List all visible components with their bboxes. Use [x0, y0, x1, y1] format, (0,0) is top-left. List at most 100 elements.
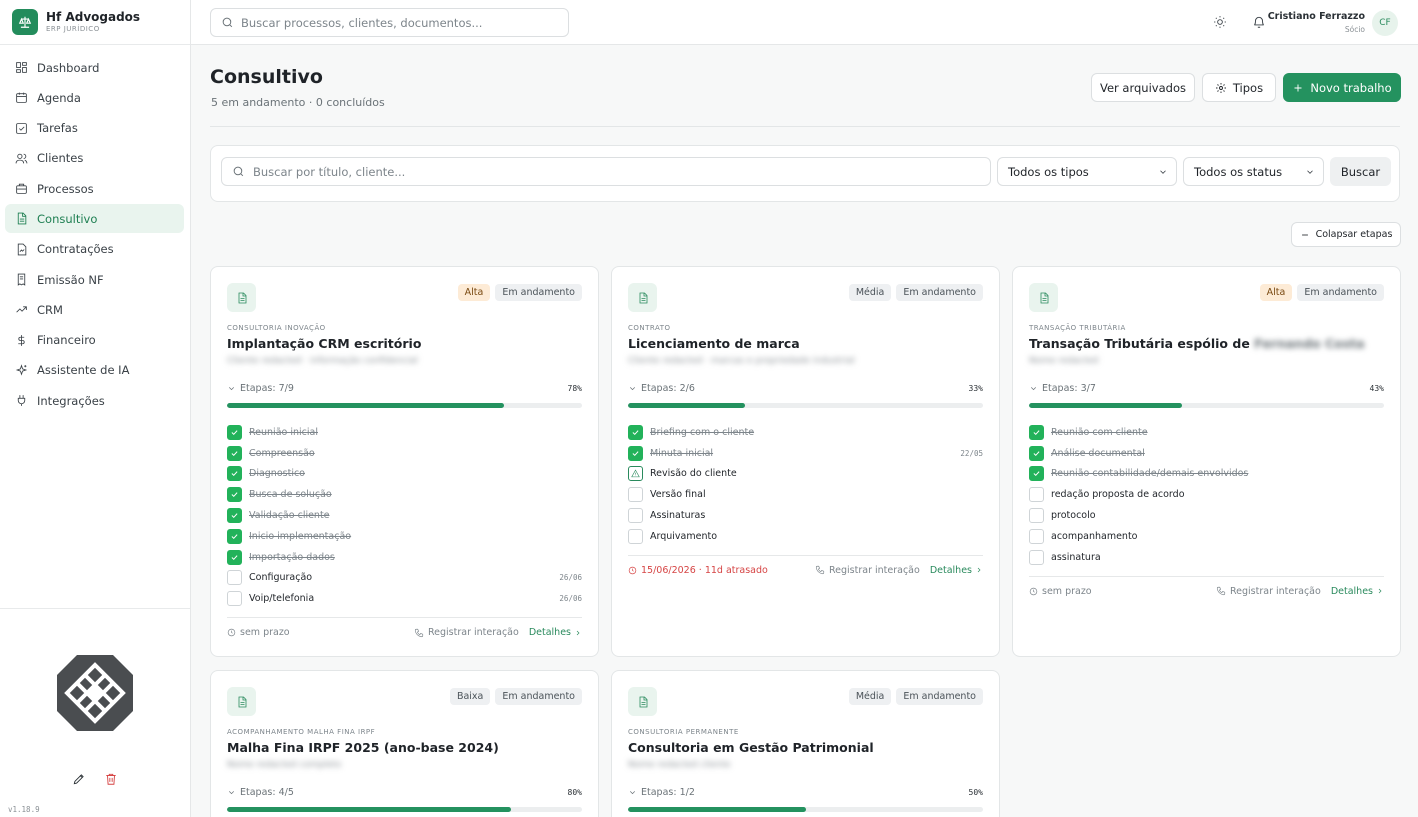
work-card[interactable]: Alta Em andamento CONSULTORIA INOVAÇÃO Im… [210, 266, 599, 657]
task-checkbox[interactable] [227, 549, 242, 565]
task-item: Minuta inicial 22/05 [628, 443, 983, 464]
task-label: Voip/telefonia [249, 593, 315, 605]
nav-item-dashboard[interactable]: Dashboard [5, 53, 184, 82]
nav-item-clientes[interactable]: Clientes [5, 144, 184, 173]
work-card[interactable]: Baixa Em andamento ACOMPANHAMENTO MALHA … [210, 670, 599, 817]
progress-fill [227, 403, 504, 408]
nav-item-integracoes[interactable]: Integrações [5, 386, 184, 415]
task-checkbox[interactable] [628, 445, 643, 461]
task-checkbox[interactable] [1029, 466, 1044, 482]
work-card[interactable]: Média Em andamento CONSULTORIA PERMANENT… [611, 670, 1000, 817]
card-type: CONSULTORIA INOVAÇÃO [227, 324, 326, 332]
task-checkbox[interactable] [227, 487, 242, 503]
theme-toggle-icon[interactable] [1213, 15, 1227, 29]
task-checkbox[interactable] [1029, 528, 1044, 544]
pencil-icon[interactable] [72, 772, 86, 786]
new-work-button[interactable]: Novo trabalho [1283, 73, 1401, 102]
task-checkbox[interactable] [1029, 549, 1044, 565]
task-checkbox[interactable] [1029, 487, 1044, 503]
nav-label: Assistente de IA [37, 363, 130, 378]
chevron-down-icon [227, 788, 236, 797]
nav-item-contratacoes[interactable]: Contratações [5, 235, 184, 264]
avatar[interactable]: CF [1372, 10, 1398, 36]
task-checkbox[interactable] [628, 528, 643, 544]
filter-search-input[interactable]: Buscar por título, cliente... [221, 157, 991, 186]
collapse-steps-button[interactable]: Colapsar etapas [1291, 222, 1401, 247]
details-link[interactable]: Detalhes [930, 565, 983, 576]
task-item: Análise documental [1029, 443, 1384, 464]
task-checkbox[interactable] [628, 424, 643, 440]
task-checkbox[interactable] [227, 445, 242, 461]
search-button[interactable]: Buscar [1330, 157, 1391, 186]
card-title[interactable]: Implantação CRM escritório [227, 336, 421, 351]
bell-icon[interactable] [1252, 15, 1266, 29]
work-card[interactable]: Alta Em andamento TRANSAÇÃO TRIBUTÁRIA Tr… [1012, 266, 1401, 657]
task-checkbox[interactable] [227, 466, 242, 482]
types-button[interactable]: Tipos [1202, 73, 1276, 102]
clock-icon [1029, 587, 1038, 596]
task-checkbox[interactable] [227, 424, 242, 440]
clock-icon [628, 566, 637, 575]
brand[interactable]: Hf Advogados ERP JURÍDICO [12, 9, 140, 35]
card-title[interactable]: Consultoria em Gestão Patrimonial [628, 740, 874, 755]
task-item: Voip/telefonia 26/06 [227, 588, 582, 609]
steps-toggle[interactable]: Etapas: 4/5 [227, 787, 294, 798]
details-label: Detalhes [1330, 585, 1373, 597]
work-card[interactable]: Média Em andamento CONTRATO Licenciamento… [611, 266, 1000, 657]
global-search-input[interactable]: Buscar processos, clientes, documentos..… [210, 8, 569, 37]
nav-item-emissao-nf[interactable]: Emissão NF [5, 265, 184, 294]
status-select[interactable]: Todos os status [1183, 157, 1324, 186]
task-item: Validação cliente [227, 505, 582, 526]
task-checkbox[interactable] [628, 487, 643, 503]
type-select[interactable]: Todos os tipos [997, 157, 1177, 186]
steps-toggle[interactable]: Etapas: 2/6 [628, 383, 695, 394]
card-title[interactable]: Malha Fina IRPF 2025 (ano-base 2024) [227, 740, 499, 755]
card-badges: Alta Em andamento [1259, 284, 1384, 301]
task-item: protocolo [1029, 505, 1384, 526]
nav-item-agenda[interactable]: Agenda [5, 83, 184, 112]
task-item: Busca de solução [227, 484, 582, 505]
check-icon [1032, 428, 1041, 437]
nav-item-assistente-ia[interactable]: Assistente de IA [5, 356, 184, 385]
nav-item-crm[interactable]: CRM [5, 295, 184, 324]
filter-bar: Buscar por título, cliente... Todos os t… [210, 145, 1400, 202]
card-client: Nome redacted [1029, 356, 1099, 366]
nav-item-tarefas[interactable]: Tarefas [5, 114, 184, 143]
card-client: Nome redacted completo [227, 760, 342, 770]
task-checkbox[interactable] [227, 591, 242, 607]
nav-label: Clientes [37, 151, 84, 166]
check-icon [1032, 449, 1041, 458]
task-checkbox[interactable] [1029, 508, 1044, 524]
steps-toggle[interactable]: Etapas: 7/9 [227, 383, 294, 394]
steps-label: Etapas: 2/6 [641, 383, 695, 394]
steps-label: Etapas: 4/5 [240, 787, 294, 798]
task-label: Revisão do cliente [650, 468, 737, 480]
trash-icon[interactable] [104, 772, 118, 786]
user-name[interactable]: Cristiano Ferrazzo [1268, 11, 1365, 22]
details-link[interactable]: Detalhes [1331, 586, 1384, 597]
register-interaction-link[interactable]: Registrar interação [414, 627, 519, 638]
nav-item-financeiro[interactable]: Financeiro [5, 326, 184, 355]
steps-toggle[interactable]: Etapas: 3/7 [1029, 383, 1096, 394]
brand-name: Hf Advogados [46, 10, 141, 24]
task-checkbox[interactable] [227, 528, 242, 544]
brand-subtitle: ERP JURÍDICO [46, 25, 100, 33]
task-checkbox[interactable] [628, 466, 643, 482]
task-item: Arquivamento [628, 526, 983, 547]
card-title[interactable]: Licenciamento de marca [628, 336, 800, 351]
select-value: Todos os status [1194, 164, 1283, 179]
view-archived-button[interactable]: Ver arquivados [1091, 73, 1195, 102]
task-item: Compreensão [227, 443, 582, 464]
details-link[interactable]: Detalhes [529, 627, 582, 638]
nav-item-processos[interactable]: Processos [5, 174, 184, 203]
steps-toggle[interactable]: Etapas: 1/2 [628, 787, 695, 798]
register-interaction-link[interactable]: Registrar interação [1216, 586, 1321, 597]
task-checkbox[interactable] [1029, 424, 1044, 440]
register-interaction-link[interactable]: Registrar interação [815, 565, 920, 576]
task-checkbox[interactable] [227, 508, 242, 524]
nav-item-consultivo[interactable]: Consultivo [5, 204, 184, 234]
card-title[interactable]: Transação Tributária espólio de Fernando… [1029, 336, 1365, 351]
task-checkbox[interactable] [628, 508, 643, 524]
task-checkbox[interactable] [1029, 445, 1044, 461]
task-checkbox[interactable] [227, 570, 242, 586]
